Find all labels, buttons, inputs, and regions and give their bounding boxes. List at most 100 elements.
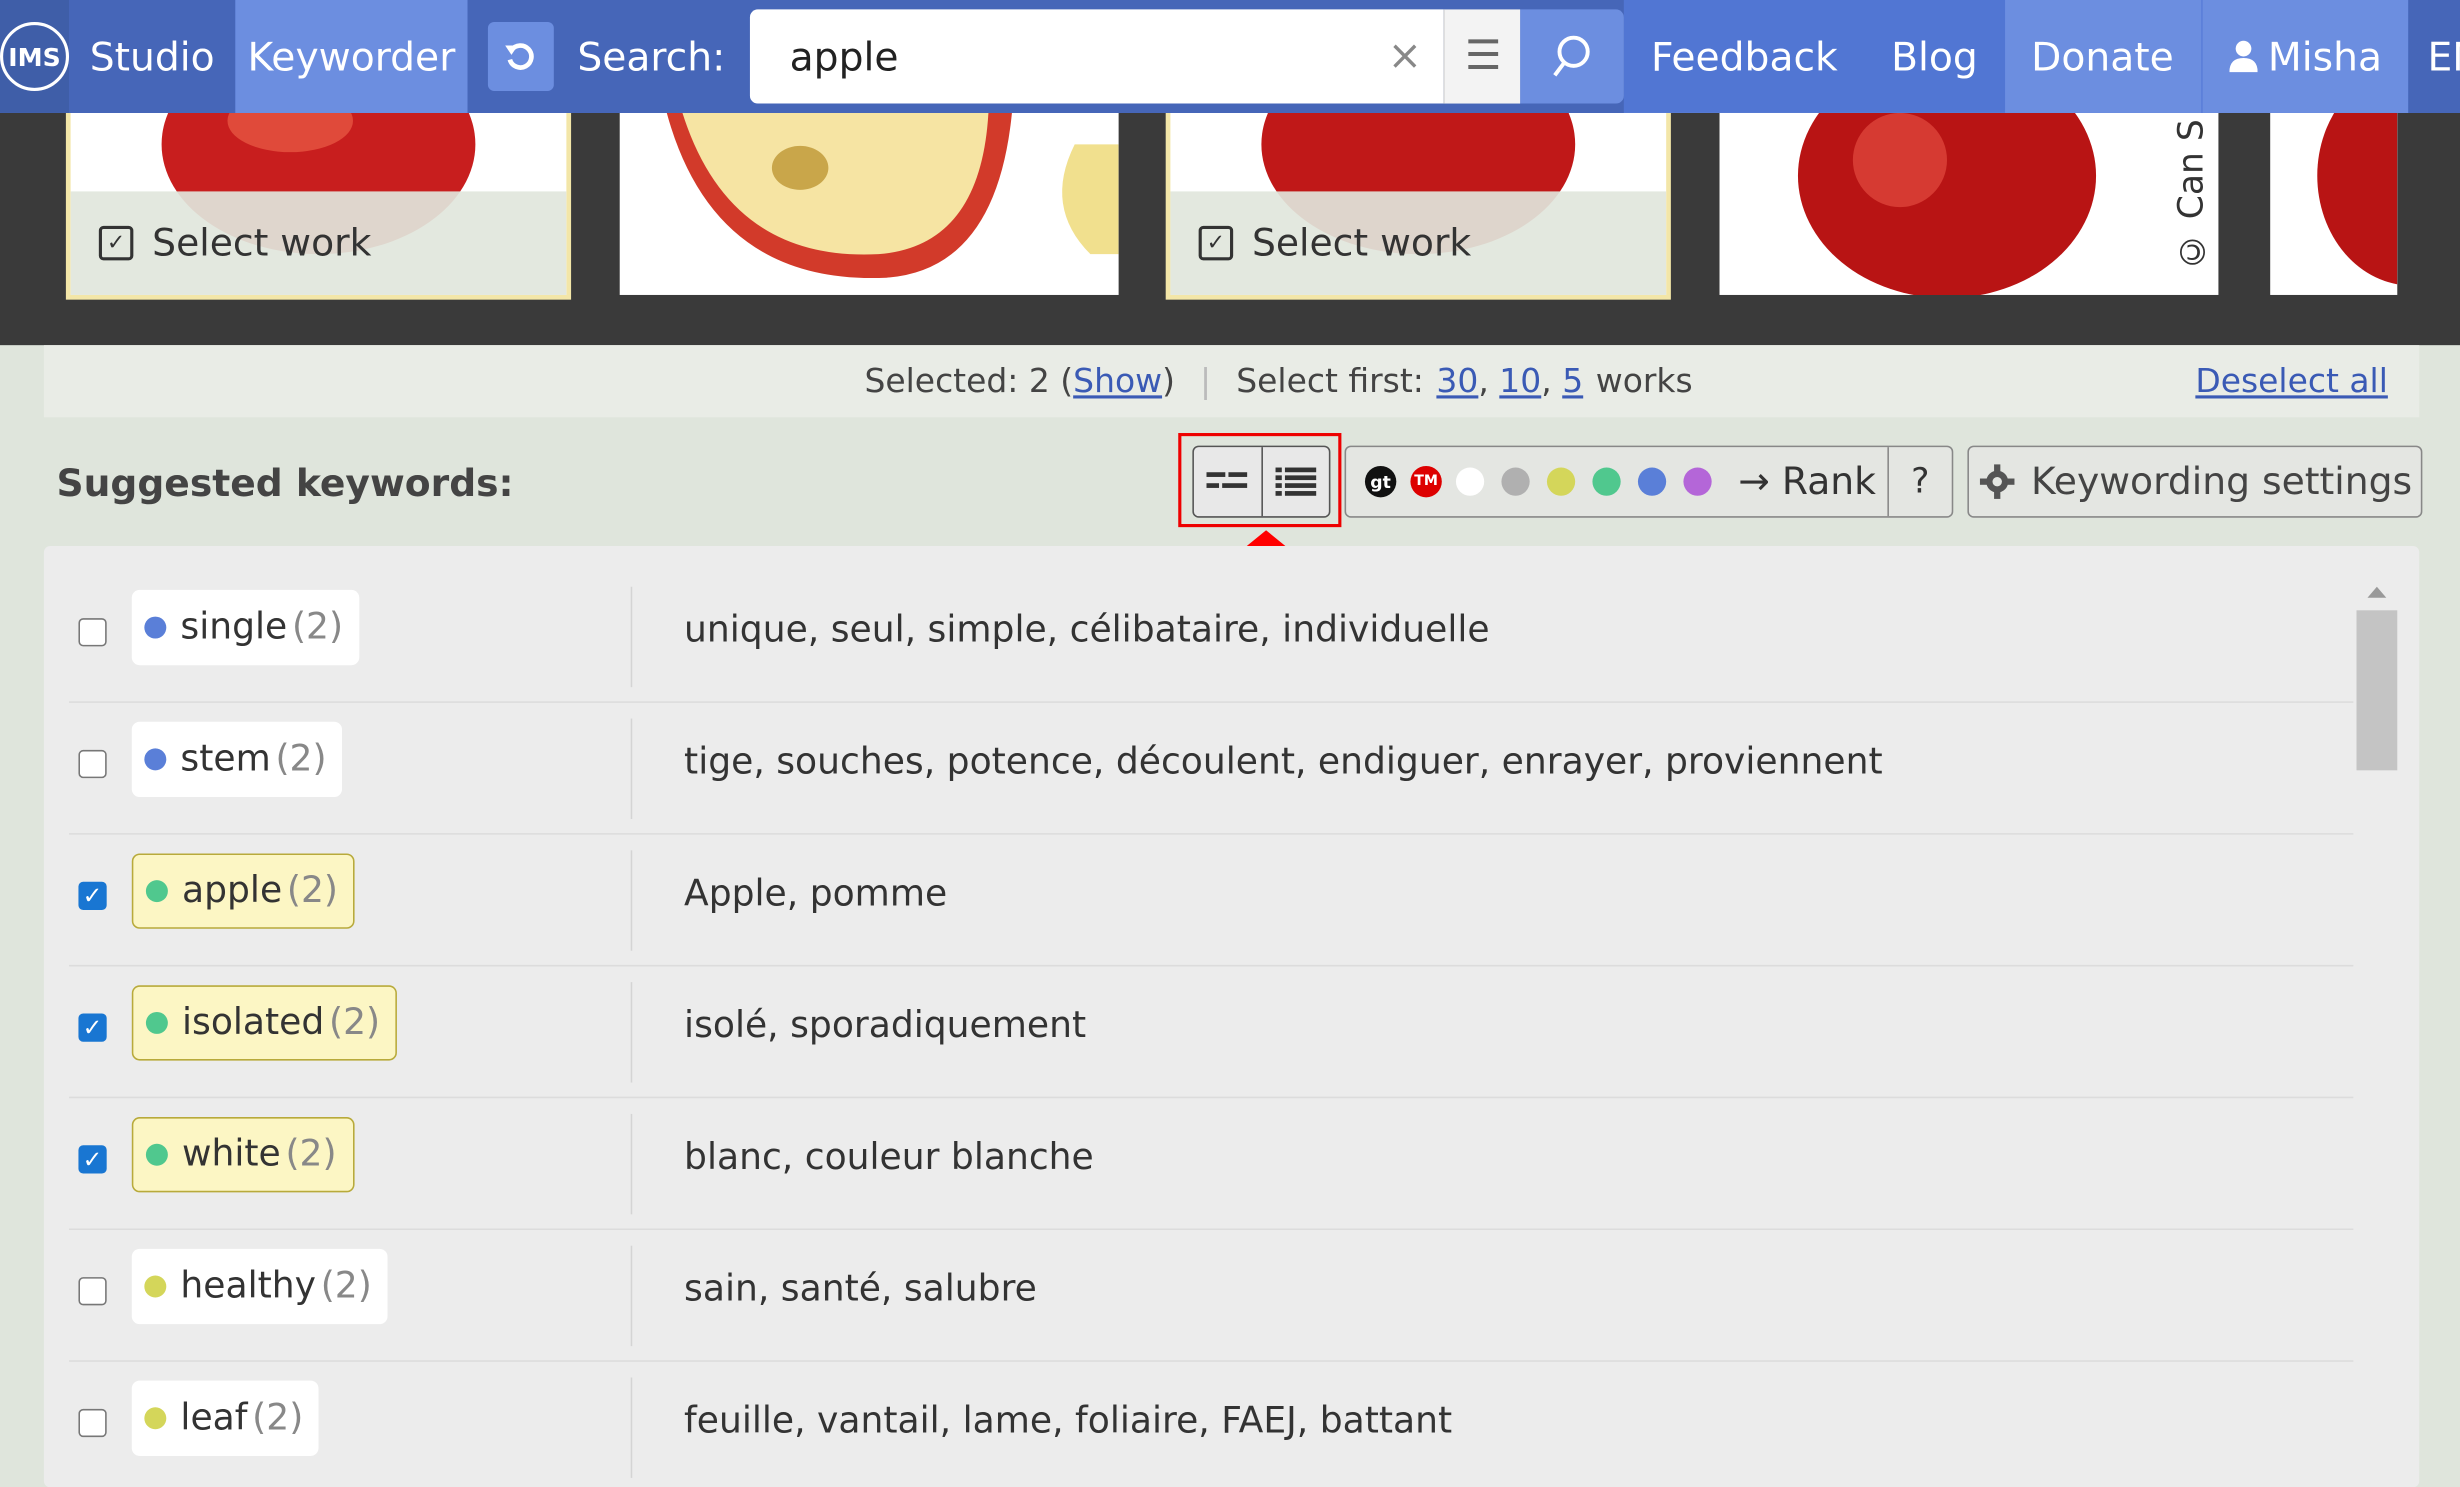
keyword-checkbox[interactable] xyxy=(78,1277,107,1306)
help-button[interactable]: ? xyxy=(1887,447,1951,517)
keyword-word: stem xyxy=(180,738,271,780)
select-first-label: Select first: xyxy=(1236,362,1424,401)
nav-user[interactable]: Misha xyxy=(2200,0,2409,113)
keyword-checkbox[interactable] xyxy=(78,1408,107,1438)
keyword-checkbox[interactable] xyxy=(78,881,107,910)
logo-link[interactable]: IMS xyxy=(0,0,70,113)
keyword-count: (2) xyxy=(291,607,344,648)
rank-button[interactable]: → Rank xyxy=(1738,460,1876,504)
gray-dot-filter[interactable] xyxy=(1501,467,1530,496)
keyword-checkbox[interactable] xyxy=(78,749,107,779)
keyword-chip[interactable]: leaf (2) xyxy=(131,1380,320,1456)
yellow-dot-filter[interactable] xyxy=(1546,467,1576,496)
keyword-count: (2) xyxy=(320,1266,372,1307)
scroll-thumb[interactable] xyxy=(2356,610,2398,771)
clear-icon[interactable]: × xyxy=(1388,33,1422,80)
nav-blog[interactable]: Blog xyxy=(1864,0,2004,113)
deselect-all-link[interactable]: Deselect all xyxy=(2195,362,2388,400)
settings-label: Keywording settings xyxy=(2030,459,2413,504)
keyword-checkbox[interactable] xyxy=(78,1013,107,1042)
apple-image xyxy=(2317,112,2398,285)
keyword-color-dot xyxy=(144,748,167,771)
keyword-row: single (2) unique, seul, simple, célibatai… xyxy=(69,571,2354,703)
gear-icon xyxy=(1979,464,2014,499)
thumbnail[interactable]: ✓ Select work xyxy=(70,112,567,295)
nav-feedback[interactable]: Feedback xyxy=(1624,0,1864,113)
thumbnail[interactable]: ✓ Select work xyxy=(1170,112,1667,295)
search-input[interactable] xyxy=(786,32,1388,81)
nav-donate[interactable]: Donate xyxy=(2004,0,2201,113)
image-strip: ✓ Select work ✓ Select work © Can S xyxy=(0,112,2460,346)
select-first-30[interactable]: 30 xyxy=(1436,362,1478,400)
refresh-button[interactable] xyxy=(487,21,554,91)
nav-language[interactable]: EN xyxy=(2408,0,2460,113)
blue-dot-filter[interactable] xyxy=(1637,467,1667,496)
keyword-count: (2) xyxy=(285,1134,337,1176)
keywords-toolbar: Suggested keywords: gt TM → Rank ? Keywo… xyxy=(0,433,2460,619)
keyword-checkbox[interactable] xyxy=(78,1145,107,1174)
keyword-row: stem (2) tige, souches, potence, découlent… xyxy=(69,703,2354,835)
scrollbar[interactable] xyxy=(2356,577,2398,1487)
thumbnail[interactable] xyxy=(2270,112,2398,295)
purple-dot-filter[interactable] xyxy=(1683,467,1712,496)
keyword-word: isolated xyxy=(181,1002,325,1044)
thumbnail[interactable] xyxy=(619,112,1119,295)
keyword-color-dot xyxy=(145,1011,168,1034)
user-name: Misha xyxy=(2267,33,2383,80)
keywording-settings-button[interactable]: Keywording settings xyxy=(1967,445,2423,518)
column-divider xyxy=(630,586,633,688)
divider: | xyxy=(1200,362,1212,401)
select-first-5[interactable]: 5 xyxy=(1562,362,1583,400)
suggested-keywords-title: Suggested keywords: xyxy=(56,461,514,506)
keyword-chip[interactable]: healthy (2) xyxy=(131,1248,388,1325)
keyword-row: white(2) blanc, couleur blanche xyxy=(69,1098,2354,1231)
keyword-count: (2) xyxy=(275,738,327,780)
white-dot-filter[interactable] xyxy=(1455,467,1485,496)
search-icon xyxy=(1553,35,1591,77)
column-divider xyxy=(630,982,633,1083)
select-work-overlay[interactable]: ✓ Select work xyxy=(1170,191,1667,295)
keyword-color-dot xyxy=(144,1275,167,1298)
select-first-10[interactable]: 10 xyxy=(1499,362,1541,400)
tm-filter[interactable]: TM xyxy=(1410,465,1442,498)
search-zone: Search: × ☰ xyxy=(467,0,1625,113)
keyword-translation: tige, souches, potence, découlent, endig… xyxy=(684,742,1883,783)
keyword-color-dot xyxy=(144,616,167,639)
keyword-row: apple(2) Apple, pomme xyxy=(69,835,2354,967)
column-divider xyxy=(630,1245,633,1347)
keyword-chip[interactable]: apple (2) xyxy=(131,853,356,929)
nav-right: Feedback Blog Donate Misha EN xyxy=(1624,0,2460,113)
keyword-word: single xyxy=(180,607,288,648)
column-divider xyxy=(630,1377,633,1478)
search-button[interactable] xyxy=(1520,9,1625,104)
keyword-table: single (2) unique, seul, simple, célibatai… xyxy=(43,545,2420,1487)
select-work-overlay[interactable]: ✓ Select work xyxy=(70,191,567,295)
keyword-count: (2) xyxy=(286,870,338,912)
select-work-label: Select work xyxy=(152,221,372,266)
search-menu-button[interactable]: ☰ xyxy=(1443,9,1521,104)
apple-half-image xyxy=(666,112,1119,279)
thumbnail[interactable]: © Can S xyxy=(1719,112,2219,295)
keyword-translation: isolé, sporadiquement xyxy=(684,1005,1087,1047)
keyword-word: white xyxy=(181,1134,281,1176)
gt-filter[interactable]: gt xyxy=(1364,465,1397,498)
user-icon xyxy=(2228,40,2257,73)
search-label: Search: xyxy=(577,33,726,80)
keyword-row: leaf (2) feuille, vantail, lame, foliaire,… xyxy=(69,1362,2353,1487)
green-dot-filter[interactable] xyxy=(1592,467,1621,496)
scroll-up-icon[interactable] xyxy=(2367,586,2387,598)
keyword-word: healthy xyxy=(180,1266,317,1307)
keyword-chip[interactable]: white (2) xyxy=(131,1117,354,1193)
keyword-chip[interactable]: isolated (2) xyxy=(131,985,398,1061)
show-link[interactable]: Show xyxy=(1073,362,1162,400)
nav-studio[interactable]: Studio xyxy=(69,0,236,113)
keyword-checkbox[interactable] xyxy=(78,618,107,647)
nav-keyworder[interactable]: Keyworder xyxy=(235,0,468,113)
column-divider xyxy=(630,718,633,819)
keyword-count: (2) xyxy=(252,1397,304,1439)
keyword-chip[interactable]: stem (2) xyxy=(131,721,343,798)
column-divider xyxy=(630,1113,633,1215)
refresh-icon xyxy=(505,43,534,70)
checked-icon: ✓ xyxy=(98,225,134,261)
keyword-chip[interactable]: single (2) xyxy=(131,589,359,666)
